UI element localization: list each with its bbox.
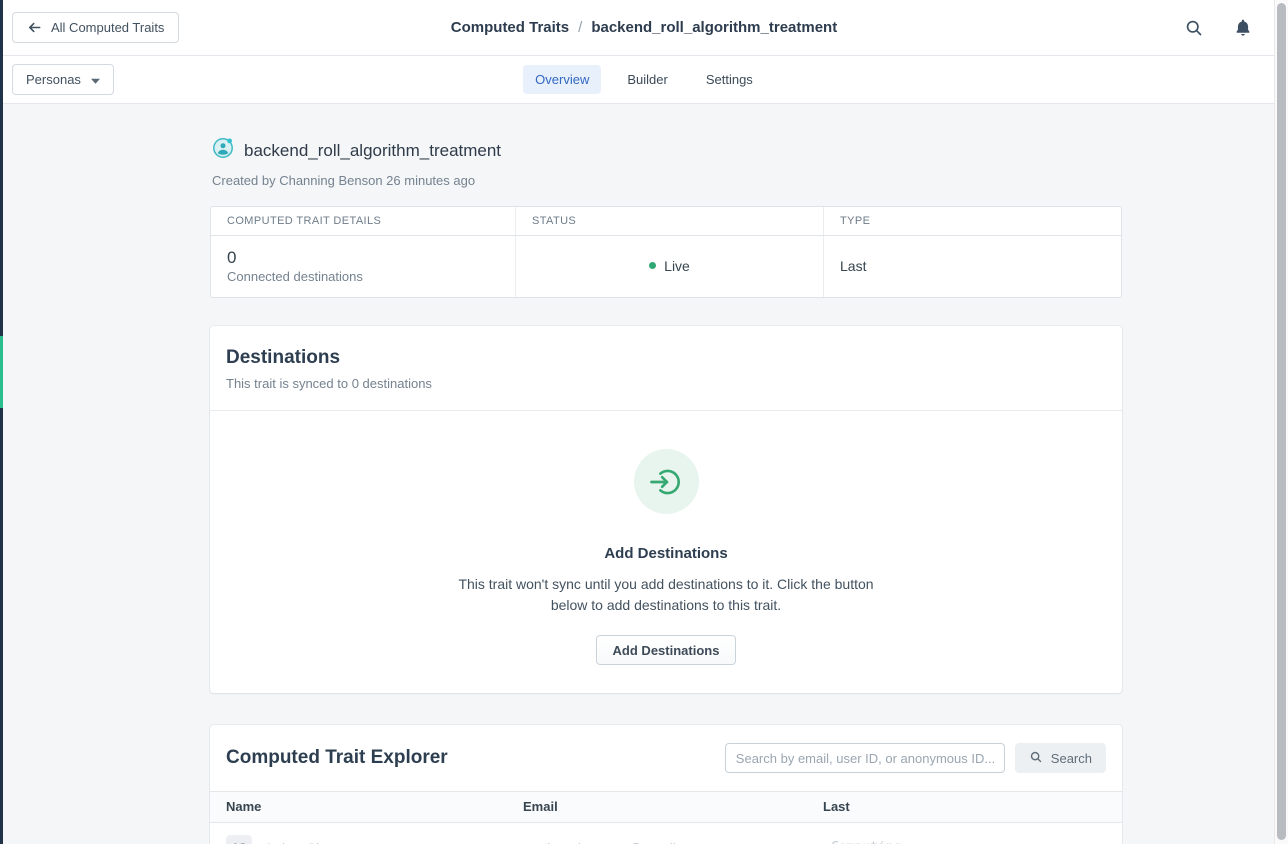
type-cell: Last <box>824 236 1121 297</box>
destinations-card-header: Destinations This trait is synced to 0 d… <box>210 326 1122 410</box>
column-header-status: STATUS <box>516 207 824 235</box>
explorer-title: Computed Trait Explorer <box>226 747 448 769</box>
enter-circle-icon <box>634 449 699 514</box>
sidebar-edge-accent <box>0 336 3 408</box>
live-status-dot-icon <box>649 262 656 269</box>
scrollbar-thumb[interactable] <box>1277 3 1286 840</box>
explorer-table-header: Name Email Last <box>210 791 1122 823</box>
type-value: Last <box>840 258 1105 274</box>
main-content: backend_roll_algorithm_treatment Created… <box>210 104 1122 844</box>
status-badge: Live <box>664 258 690 274</box>
trait-details-table: COMPUTED TRAIT DETAILS STATUS TYPE 0 Con… <box>210 206 1122 298</box>
personas-dropdown-label: Personas <box>26 72 81 87</box>
computed-trait-icon <box>212 137 234 164</box>
explorer-search-area: Search <box>725 743 1106 773</box>
destinations-title: Destinations <box>226 347 1106 369</box>
topbar-icons <box>1183 17 1254 39</box>
explorer-search-input[interactable] <box>725 743 1005 773</box>
user-last-value: Computing... <box>823 840 1122 844</box>
trait-details-value-row: 0 Connected destinations Live Last <box>211 236 1121 297</box>
column-header-type: TYPE <box>824 207 1121 235</box>
explorer-search-button[interactable]: Search <box>1015 743 1106 773</box>
tab-overview[interactable]: Overview <box>523 65 601 94</box>
created-by-text: Created by Channing Benson 26 minutes ag… <box>210 173 1122 188</box>
tab-settings[interactable]: Settings <box>694 65 765 94</box>
add-destinations-button[interactable]: Add Destinations <box>596 635 737 665</box>
empty-state-description: This trait won't sync until you add dest… <box>250 574 1082 616</box>
bell-icon[interactable] <box>1232 17 1254 39</box>
destinations-card: Destinations This trait is synced to 0 d… <box>210 326 1122 693</box>
trait-details-header-row: COMPUTED TRAIT DETAILS STATUS TYPE <box>211 207 1121 236</box>
avatar: AC <box>226 835 252 844</box>
empty-state-line1: This trait won't sync until you add dest… <box>458 576 873 592</box>
empty-state-heading: Add Destinations <box>250 545 1082 562</box>
empty-state-line2: below to add destinations to this trait. <box>551 597 781 613</box>
user-name: Arthur Chapman <box>264 840 367 844</box>
column-header-last: Last <box>823 792 1122 822</box>
breadcrumb-current: backend_roll_algorithm_treatment <box>591 19 837 36</box>
secondary-bar: Personas Overview Builder Settings <box>0 56 1288 104</box>
connected-destinations-label: Connected destinations <box>227 269 499 284</box>
column-header-email: Email <box>523 792 823 822</box>
breadcrumb: Computed Traits/backend_roll_algorithm_t… <box>0 19 1288 36</box>
back-to-all-computed-traits-button[interactable]: All Computed Traits <box>12 12 179 43</box>
search-button-label: Search <box>1051 751 1092 766</box>
status-cell: Live <box>516 236 824 297</box>
trait-header: backend_roll_algorithm_treatment <box>210 137 1122 164</box>
user-email: arthur.chapman@gmail.com <box>523 840 823 844</box>
top-bar: All Computed Traits Computed Traits/back… <box>0 0 1288 56</box>
column-header-computed-trait-details: COMPUTED TRAIT DETAILS <box>211 207 516 235</box>
destinations-empty-state: Add Destinations This trait won't sync u… <box>210 411 1122 693</box>
back-button-label: All Computed Traits <box>51 20 164 35</box>
chevron-down-icon <box>91 72 100 87</box>
arrow-left-icon <box>27 20 42 35</box>
search-icon <box>1029 750 1043 767</box>
breadcrumb-parent-link[interactable]: Computed Traits <box>451 19 569 36</box>
explorer-header: Computed Trait Explorer Search <box>210 725 1122 791</box>
connected-destinations-cell: 0 Connected destinations <box>211 236 516 297</box>
app-screen: All Computed Traits Computed Traits/back… <box>0 0 1288 844</box>
user-name-cell: AC Arthur Chapman <box>226 835 523 844</box>
collapsed-sidebar-edge <box>0 0 3 844</box>
table-row[interactable]: AC Arthur Chapman arthur.chapman@gmail.c… <box>210 823 1122 844</box>
page-title: backend_roll_algorithm_treatment <box>244 141 501 161</box>
tab-builder[interactable]: Builder <box>615 65 679 94</box>
tab-bar: Overview Builder Settings <box>0 65 1288 94</box>
connected-destinations-count: 0 <box>227 247 499 268</box>
personas-dropdown[interactable]: Personas <box>12 64 114 95</box>
search-icon[interactable] <box>1183 17 1205 39</box>
page-scrollbar[interactable] <box>1274 0 1288 844</box>
destinations-subtitle: This trait is synced to 0 destinations <box>226 376 1106 391</box>
computed-trait-explorer-card: Computed Trait Explorer Search Name Emai… <box>210 725 1122 844</box>
column-header-name: Name <box>226 792 523 822</box>
breadcrumb-separator: / <box>569 19 591 36</box>
